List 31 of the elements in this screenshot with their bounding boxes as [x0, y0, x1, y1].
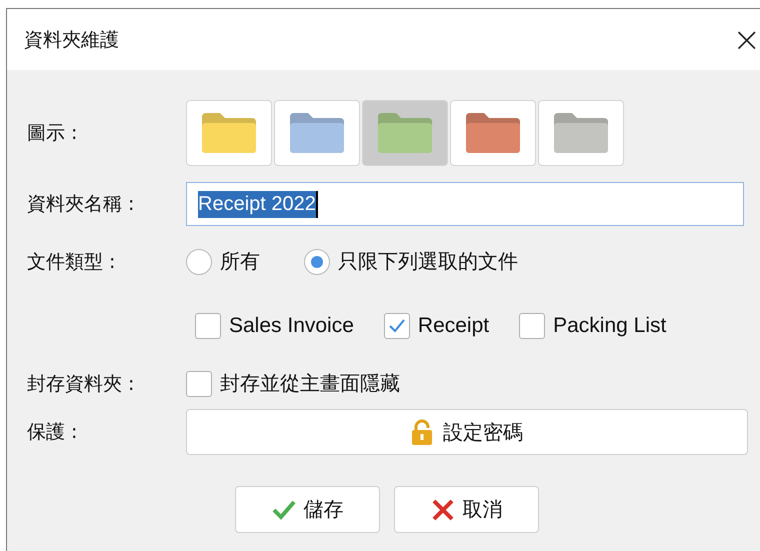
radio-option[interactable]: 只限下列選取的文件 — [304, 248, 518, 275]
field-label: 封存資料夾 : — [27, 372, 136, 396]
folder-button[interactable] — [538, 100, 624, 166]
radio-button[interactable] — [186, 248, 212, 274]
checkmark-icon — [388, 318, 406, 334]
folder-button[interactable] — [186, 100, 272, 166]
folder-button[interactable] — [450, 100, 536, 166]
password-button[interactable]: 設定密碼 — [186, 409, 748, 455]
name-field[interactable]: Receipt 2022 — [186, 182, 744, 226]
field-label: 圖示 : — [27, 121, 78, 146]
field-label: 文件類型 : — [27, 250, 116, 274]
close-icon — [430, 498, 454, 522]
checkbox[interactable] — [195, 313, 221, 339]
checkbox[interactable] — [186, 370, 212, 396]
save-button[interactable]: 儲存 — [235, 486, 380, 533]
field-label: 保護 : — [27, 420, 78, 445]
folder-button[interactable] — [274, 100, 360, 166]
folder-button[interactable] — [362, 100, 448, 166]
checkbox-option[interactable]: Receipt — [384, 313, 490, 339]
window-title: 資料夾維護 — [24, 28, 119, 52]
checkbox[interactable] — [384, 313, 410, 339]
checkbox-option[interactable]: Sales Invoice — [195, 313, 354, 339]
radio-option[interactable]: 所有 — [186, 248, 260, 275]
checkbox[interactable] — [519, 313, 546, 339]
close-button[interactable]: × — [728, 22, 760, 56]
checkbox-option[interactable]: Packing List — [519, 313, 666, 339]
radio-button[interactable] — [304, 248, 330, 274]
checkbox-option[interactable]: 封存並從主畫面隱藏 — [186, 370, 400, 397]
lock-icon — [411, 419, 433, 445]
field-label: 資料夾名稱 : — [27, 192, 136, 217]
cancel-button[interactable]: 取消 — [394, 486, 539, 533]
